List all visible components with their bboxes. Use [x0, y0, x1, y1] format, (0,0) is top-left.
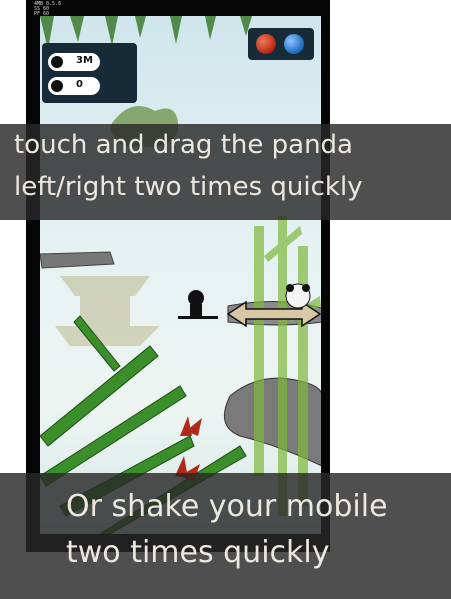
- red-orb-button[interactable]: [256, 34, 276, 54]
- instruction-overlay-bottom: Or shake your mobile two times quickly: [0, 473, 451, 599]
- instruction-overlay-top: touch and drag the panda left/right two …: [0, 124, 451, 220]
- distance-counter: 3M: [48, 53, 100, 71]
- instruction-line-4: two times quickly: [66, 535, 330, 570]
- acorn-icon: [51, 80, 63, 92]
- hud-panel: 3M 0: [42, 43, 137, 103]
- score-value: 0: [76, 79, 83, 90]
- instruction-line-3: Or shake your mobile: [66, 489, 388, 524]
- instruction-line-1: touch and drag the panda: [14, 130, 353, 160]
- score-counter: 0: [48, 77, 100, 95]
- panda-character: [178, 290, 218, 319]
- panda-head-icon: [51, 56, 63, 68]
- debug-status: 4MB 0.5.6 SS 60 PF 60: [34, 1, 62, 17]
- instruction-line-2: left/right two times quickly: [14, 172, 363, 202]
- blue-orb-button[interactable]: [284, 34, 304, 54]
- distance-value: 3M: [76, 55, 93, 66]
- power-buttons: [248, 28, 314, 60]
- pagoda-background: [55, 276, 160, 346]
- bamboo-right: [254, 216, 321, 516]
